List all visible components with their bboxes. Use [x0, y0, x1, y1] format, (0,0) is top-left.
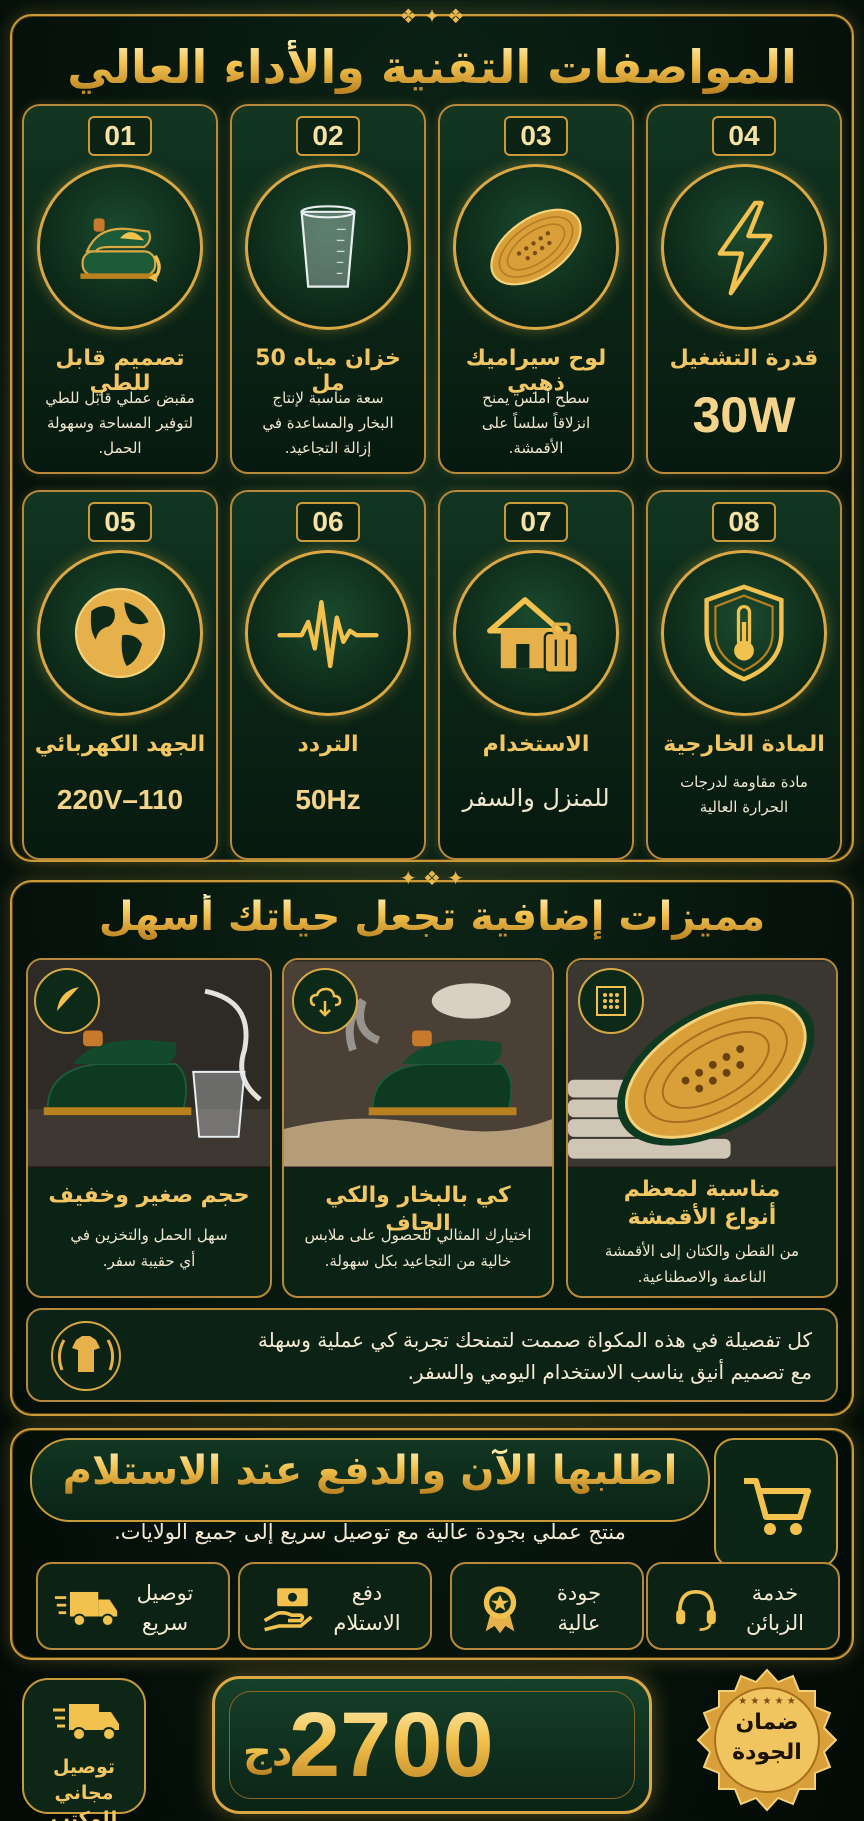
feature-description: سهل الحمل والتخزين في أي حقيبة سفر. — [70, 1226, 228, 1270]
shirt-laurel-icon — [48, 1318, 124, 1394]
feather-icon — [34, 968, 100, 1034]
delivery-truck-icon — [50, 1578, 122, 1638]
summary-box: كل تفصيلة في هذه المكواة صممت لتمنحك تجر… — [26, 1308, 838, 1402]
cash-hand-icon — [252, 1578, 324, 1638]
feature-description: من القطن والكتان إلى الأقمشة الناعمة والا… — [604, 1242, 800, 1286]
summary-text: كل تفصيلة في هذه المكواة صممت لتمنحك تجر… — [257, 1328, 812, 1384]
order-subtitle: منتج عملي بجودة عالية مع توصيل سريع إلى … — [114, 1520, 626, 1544]
steam-cloud-icon — [292, 968, 358, 1034]
feature-card-fabrics: مناسبة لمعظم أنواع الأقمشة من القطن والكت… — [566, 958, 838, 1298]
spec-card-07: 07 الاستخدام للمنزل والسفر — [438, 490, 634, 860]
spec-description: مقبض عملي قابل للطي لتوفير المساحة وسهولة… — [45, 389, 195, 457]
service-cash-on-delivery: دفع الاستلام — [238, 1562, 432, 1650]
spec-title: قدرة التشغيل — [669, 346, 819, 371]
price-currency: دج — [243, 1729, 293, 1775]
price-value: 2700 — [289, 1694, 494, 1796]
spec-number: 05 — [88, 502, 152, 542]
headset-icon — [660, 1578, 732, 1638]
spec-value: 30W — [648, 386, 840, 444]
spec-value: 110–220V — [56, 784, 184, 815]
spec-description: سعة مناسبة لإنتاج البخار والمساعدة في إزال… — [262, 389, 394, 457]
specs-title: المواصفات التقنية والأداء العالي — [0, 40, 864, 94]
free-delivery-badge: توصيل مجاني للمكتب — [22, 1678, 146, 1821]
spec-number: 07 — [504, 502, 568, 542]
order-title[interactable]: اطلبها الآن والدفع عند الاستلام — [30, 1448, 710, 1494]
lightning-icon — [661, 164, 827, 330]
service-label: خدمة الزبائن — [746, 1581, 804, 1635]
fabric-grid-icon — [578, 968, 644, 1034]
spec-title: الجهد الكهربائي — [34, 732, 206, 757]
spec-title: التردد — [297, 732, 359, 757]
price-box: 2700 دج — [212, 1676, 652, 1814]
service-label: توصيل سريع — [136, 1581, 194, 1635]
spec-value: 50Hz — [295, 784, 361, 815]
quality-seal-label: ضمان الجودة — [732, 1710, 802, 1765]
spec-card-02: 02 خزان مياه 50 مل سعة مناسبة لإنتاج البخ… — [230, 104, 426, 474]
pulse-wave-icon — [245, 550, 411, 716]
service-high-quality: جودة عالية — [450, 1562, 644, 1650]
feature-description: اختيارك المثالي للحصول على ملابس خالية من… — [304, 1226, 532, 1270]
spec-number: 08 — [712, 502, 776, 542]
free-delivery-label: توصيل مجاني للمكتب — [50, 1756, 118, 1821]
delivery-truck-icon — [53, 1704, 119, 1741]
feature-card-steam: كي بالبخار والكي الجاف اختيارك المثالي ل… — [282, 958, 554, 1298]
cart-icon[interactable] — [714, 1438, 838, 1568]
spec-card-08: 08 المادة الخارجية مادة مقاومة لدرجات الح… — [646, 490, 842, 860]
feature-card-compact: حجم صغير وخفيف سهل الحمل والتخزين في أي ح… — [26, 958, 272, 1298]
globe-icon — [37, 550, 203, 716]
service-customer-care: خدمة الزبائن — [646, 1562, 840, 1650]
feature-title: حجم صغير وخفيف — [48, 1183, 250, 1208]
spec-card-06: 06 التردد 50Hz — [230, 490, 426, 860]
service-label: جودة عالية — [556, 1581, 602, 1635]
ceramic-plate-icon — [453, 164, 619, 330]
spec-number: 03 — [504, 116, 568, 156]
svg-text:★ ★ ★ ★ ★: ★ ★ ★ ★ ★ — [738, 1696, 796, 1707]
water-cup-icon — [245, 164, 411, 330]
spec-value: للمنزل والسفر — [462, 784, 610, 812]
spec-description: مادة مقاومة لدرجات الحرارة العالية — [680, 773, 808, 816]
extras-title: مميزات إضافية تجعل حياتك أسهل — [0, 894, 864, 940]
spec-title: المادة الخارجية — [663, 732, 825, 757]
shield-thermometer-icon — [661, 550, 827, 716]
spec-title: الاستخدام — [482, 732, 590, 757]
service-fast-delivery: توصيل سريع — [36, 1562, 230, 1650]
medal-icon — [464, 1578, 536, 1638]
spec-number: 01 — [88, 116, 152, 156]
spec-card-03: 03 لوح سيراميك ذهبي سطح أملس يمنح انزلاقا… — [438, 104, 634, 474]
foldable-iron-icon — [37, 164, 203, 330]
spec-description: سطح أملس يمنح انزلاقاً سلساً على الأقمشة. — [481, 389, 591, 457]
spec-number: 04 — [712, 116, 776, 156]
feature-title: مناسبة لمعظم أنواع الأقمشة — [623, 1177, 781, 1230]
spec-number: 02 — [296, 116, 360, 156]
house-luggage-icon — [453, 550, 619, 716]
spec-card-04: 04 قدرة التشغيل 30W — [646, 104, 842, 474]
spec-card-05: 05 الجهد الكهربائي 110–220V — [22, 490, 218, 860]
service-label: دفع الاستلام — [333, 1581, 401, 1635]
title-ornament: ❖ ✦ ❖ — [399, 4, 465, 28]
title-ornament: ✦ ❖ ✦ — [399, 866, 465, 890]
spec-number: 06 — [296, 502, 360, 542]
spec-card-01: 01 تصميم قابل للطي مقبض عملي قابل للطي لت… — [22, 104, 218, 474]
